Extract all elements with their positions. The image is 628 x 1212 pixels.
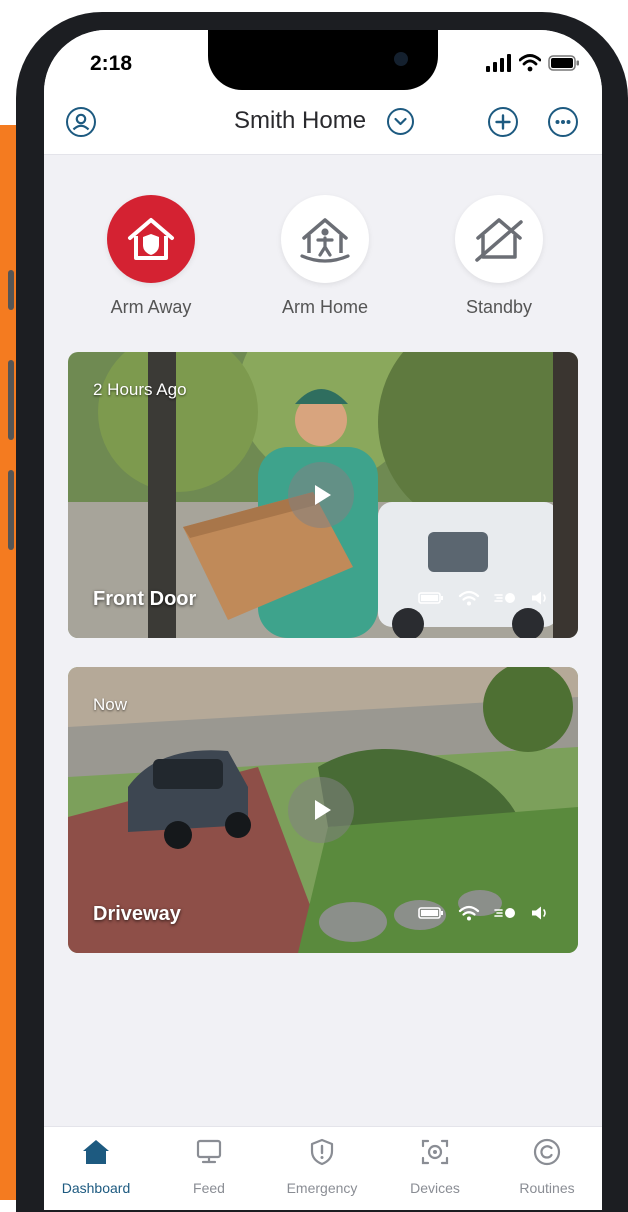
tab-label: Dashboard bbox=[61, 1180, 131, 1196]
status-bar: 2:18 bbox=[44, 30, 602, 90]
camera-card-driveway[interactable]: Now Driveway bbox=[68, 667, 578, 953]
camera-name: Front Door bbox=[93, 588, 197, 610]
play-icon bbox=[315, 800, 331, 820]
camera-card-front-door[interactable]: 2 Hours Ago Front Door bbox=[68, 352, 578, 638]
speaker-icon bbox=[532, 906, 546, 920]
wifi-icon bbox=[458, 905, 480, 921]
security-modes: Arm Away Arm Home Standby bbox=[44, 195, 602, 325]
home-title[interactable]: Smith Home bbox=[234, 107, 366, 135]
more-icon[interactable] bbox=[548, 107, 578, 137]
tab-dashboard[interactable]: Dashboard bbox=[44, 1127, 151, 1210]
play-button[interactable] bbox=[288, 777, 354, 843]
camera-status-icons bbox=[418, 590, 548, 606]
play-icon bbox=[315, 485, 331, 505]
standby-circle bbox=[455, 195, 543, 283]
battery-icon bbox=[418, 592, 443, 604]
arm-away-circle bbox=[107, 195, 195, 283]
arm-away-label: Arm Away bbox=[110, 297, 192, 317]
battery-icon bbox=[418, 907, 443, 919]
battery-icon bbox=[548, 55, 579, 71]
app-header: Smith Home bbox=[44, 90, 602, 154]
status-icons bbox=[486, 52, 580, 74]
speaker-icon bbox=[532, 591, 546, 605]
add-icon[interactable] bbox=[488, 107, 518, 137]
tab-emergency[interactable]: Emergency bbox=[267, 1127, 377, 1210]
wifi-icon bbox=[519, 54, 541, 72]
tab-label: Emergency bbox=[286, 1180, 358, 1196]
tab-label: Routines bbox=[519, 1180, 575, 1196]
notch bbox=[208, 30, 438, 90]
routines-icon bbox=[533, 1138, 561, 1166]
standby-label: Standby bbox=[465, 297, 533, 317]
slashed-house-icon bbox=[475, 218, 523, 262]
arm-home-button[interactable]: Arm Home bbox=[250, 195, 400, 318]
shield-house-icon bbox=[128, 218, 174, 260]
user-icon[interactable] bbox=[66, 107, 96, 137]
tab-label: Devices bbox=[410, 1180, 460, 1196]
chevron-down-icon[interactable] bbox=[387, 108, 414, 135]
motion-icon bbox=[494, 908, 515, 918]
camera-icon bbox=[421, 1139, 449, 1165]
camera-time-label: Now bbox=[93, 695, 128, 714]
bottom-tab-bar: Dashboard Feed Emergency Devices Routine… bbox=[44, 1126, 602, 1210]
shield-alert-icon bbox=[310, 1138, 334, 1166]
signal-icon bbox=[486, 54, 511, 72]
tab-label: Feed bbox=[193, 1180, 225, 1196]
house-icon bbox=[83, 1140, 109, 1164]
tab-devices[interactable]: Devices bbox=[380, 1127, 490, 1210]
arm-home-label: Arm Home bbox=[281, 297, 368, 317]
app-screen: 2:18 Smith Home Arm Away Arm Home Standb… bbox=[44, 30, 602, 1210]
camera-time-label: 2 Hours Ago bbox=[93, 380, 187, 399]
motion-icon bbox=[494, 593, 515, 603]
status-time: 2:18 bbox=[90, 52, 133, 75]
arm-home-circle bbox=[281, 195, 369, 283]
camera-status-icons bbox=[418, 905, 548, 921]
monitor-icon bbox=[196, 1139, 222, 1164]
tab-routines[interactable]: Routines bbox=[492, 1127, 602, 1210]
phone-side-button bbox=[8, 360, 14, 440]
tab-feed[interactable]: Feed bbox=[154, 1127, 264, 1210]
phone-side-button bbox=[8, 270, 14, 310]
phone-side-button bbox=[8, 470, 14, 550]
arm-away-button[interactable]: Arm Away bbox=[76, 195, 226, 318]
play-button[interactable] bbox=[288, 462, 354, 528]
camera-name: Driveway bbox=[93, 903, 181, 925]
front-camera bbox=[394, 52, 408, 66]
wifi-icon bbox=[458, 590, 480, 606]
person-house-icon bbox=[300, 218, 350, 263]
standby-button[interactable]: Standby bbox=[424, 195, 574, 318]
